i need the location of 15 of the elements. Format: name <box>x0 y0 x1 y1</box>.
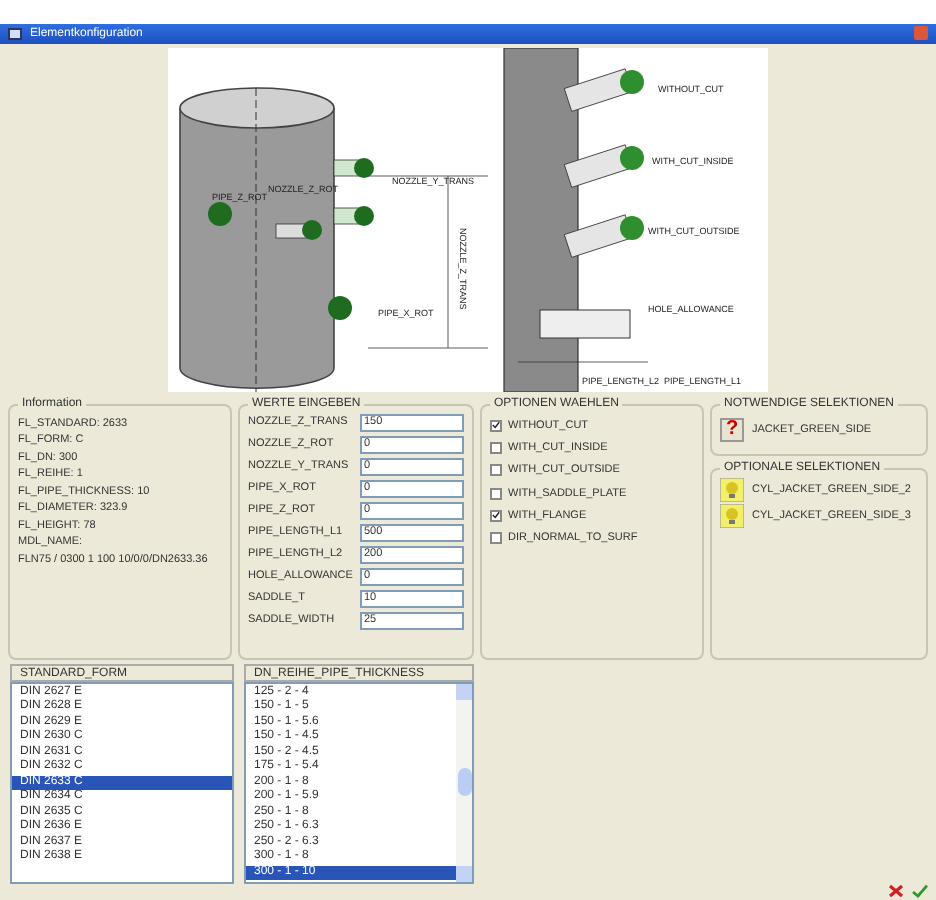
question-mark-icon[interactable]: ? <box>720 417 744 442</box>
checkbox[interactable] <box>490 509 502 522</box>
scrollbar[interactable] <box>456 683 472 882</box>
lightbulb-icon[interactable] <box>720 477 744 502</box>
scroll-up-icon[interactable] <box>456 683 472 700</box>
cancel-icon[interactable] <box>888 884 904 898</box>
checkbox[interactable] <box>490 442 502 455</box>
scroll-thumb[interactable] <box>457 768 471 797</box>
checkbox[interactable] <box>490 487 502 500</box>
window-icon <box>8 27 22 40</box>
checkbox[interactable] <box>490 532 502 545</box>
lightbulb-icon[interactable] <box>720 503 744 528</box>
checkbox[interactable] <box>490 464 502 477</box>
checkbox[interactable] <box>490 419 502 432</box>
checkmark-icon[interactable] <box>912 884 928 898</box>
